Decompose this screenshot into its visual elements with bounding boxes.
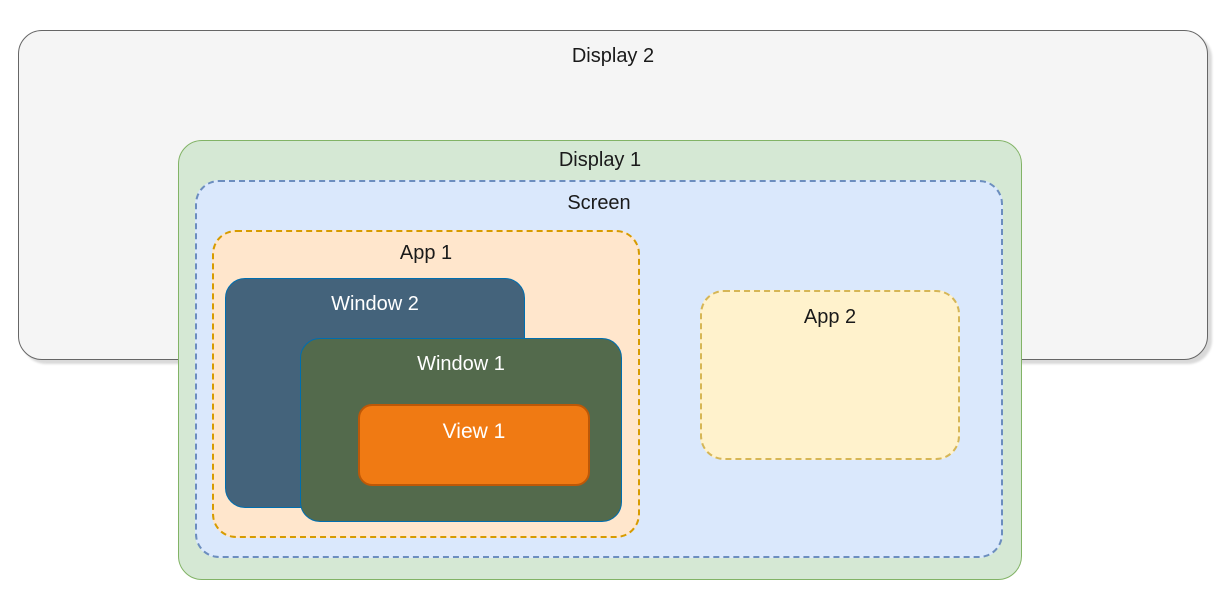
view-1-label: View 1 — [360, 420, 588, 444]
view-1-box: View 1 — [358, 404, 590, 486]
window-2-label: Window 2 — [226, 293, 524, 316]
display-2-label: Display 2 — [19, 45, 1207, 68]
display-1-label: Display 1 — [179, 149, 1021, 172]
window-1-label: Window 1 — [301, 353, 621, 376]
app-1-label: App 1 — [214, 242, 638, 265]
app-2-box: App 2 — [700, 290, 960, 460]
app-2-label: App 2 — [702, 306, 958, 329]
screen-label: Screen — [197, 192, 1001, 215]
